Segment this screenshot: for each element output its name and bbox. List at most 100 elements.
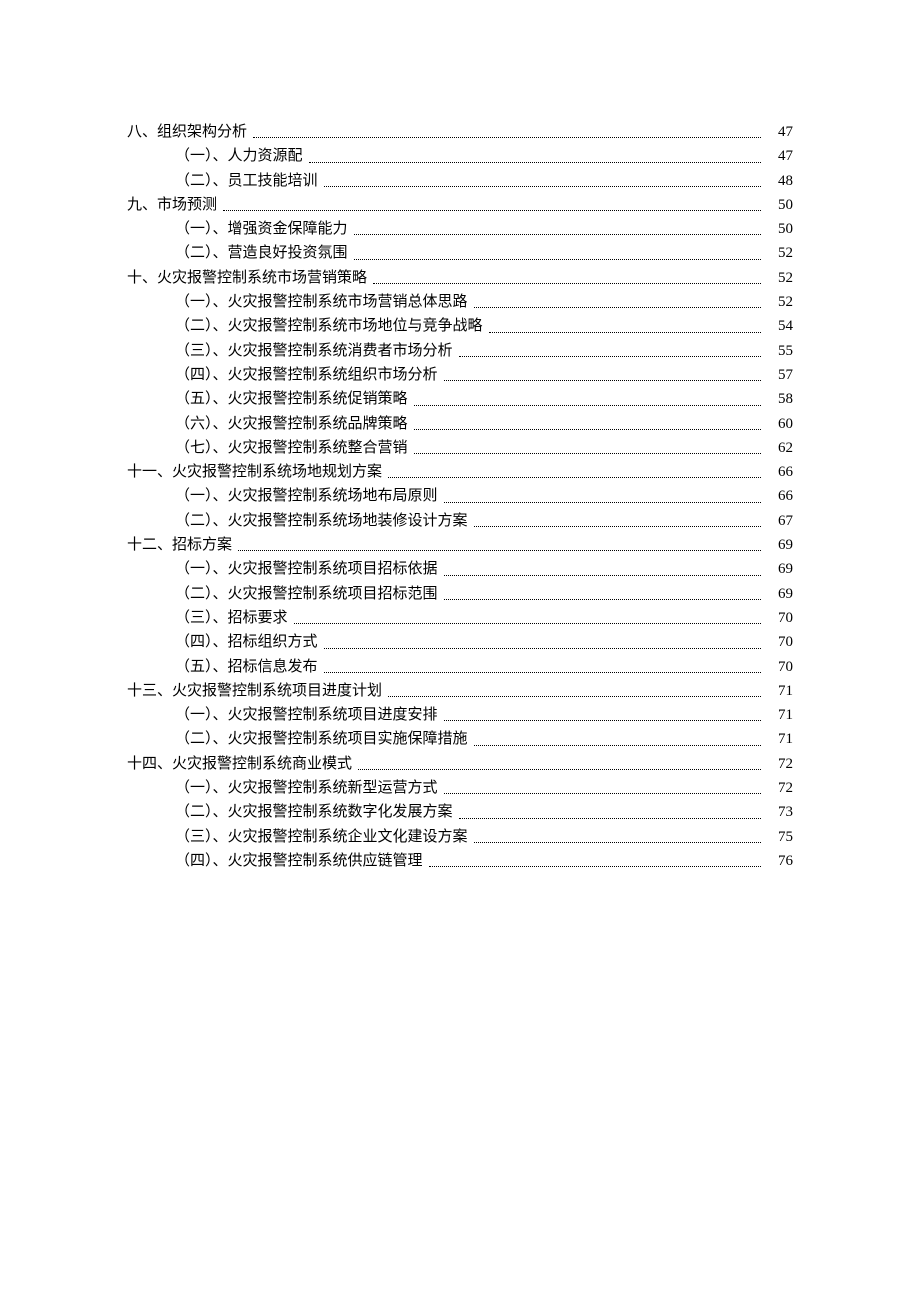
toc-entry-page: 66 bbox=[765, 460, 793, 484]
toc-section-13[interactable]: 十三、火灾报警控制系统项目进度计划 71 bbox=[127, 679, 793, 703]
toc-entry-title: （二）、火灾报警控制系统数字化发展方案 bbox=[175, 800, 453, 824]
toc-entry-title: （一）、火灾报警控制系统项目进度安排 bbox=[175, 703, 438, 727]
toc-entry-title: （四）、火灾报警控制系统供应链管理 bbox=[175, 849, 423, 873]
toc-leader-dots bbox=[373, 272, 761, 284]
toc-section-10-6[interactable]: （六）、火灾报警控制系统品牌策略60 bbox=[127, 412, 793, 436]
table-of-contents: 八、组织架构分析 47（一）、人力资源配47（二）、员工技能培训 48 九、市场预测 5… bbox=[127, 120, 793, 873]
toc-section-12-4[interactable]: （四）、招标组织方式 70 bbox=[127, 630, 793, 654]
toc-leader-dots bbox=[253, 126, 761, 138]
toc-leader-dots bbox=[324, 661, 761, 673]
toc-entry-title: 九、市场预测 bbox=[127, 193, 217, 217]
toc-leader-dots bbox=[459, 345, 761, 357]
toc-leader-dots bbox=[358, 758, 761, 770]
toc-leader-dots bbox=[414, 442, 761, 454]
toc-leader-dots bbox=[354, 248, 761, 260]
toc-entry-page: 70 bbox=[765, 606, 793, 630]
toc-entry-title: 十四、火灾报警控制系统商业模式 bbox=[127, 752, 352, 776]
toc-section-12-5[interactable]: （五）、招标信息发布70 bbox=[127, 655, 793, 679]
toc-entry-page: 69 bbox=[765, 582, 793, 606]
toc-entry-page: 62 bbox=[765, 436, 793, 460]
toc-entry-page: 71 bbox=[765, 703, 793, 727]
toc-entry-title: （三）、火灾报警控制系统企业文化建设方案 bbox=[175, 825, 468, 849]
toc-section-10-3[interactable]: （三）、火灾报警控制系统消费者市场分析 55 bbox=[127, 339, 793, 363]
toc-section-10-7[interactable]: （七）、火灾报警控制系统整合营销 62 bbox=[127, 436, 793, 460]
toc-leader-dots bbox=[324, 175, 761, 187]
toc-leader-dots bbox=[429, 855, 761, 867]
toc-leader-dots bbox=[489, 320, 761, 332]
toc-entry-page: 48 bbox=[765, 169, 793, 193]
toc-entry-title: （一）、火灾报警控制系统项目招标依据 bbox=[175, 557, 438, 581]
toc-leader-dots bbox=[459, 806, 761, 818]
toc-entry-title: （二）、员工技能培训 bbox=[175, 169, 318, 193]
toc-entry-page: 67 bbox=[765, 509, 793, 533]
toc-leader-dots bbox=[388, 466, 761, 478]
toc-section-10-2[interactable]: （二）、火灾报警控制系统市场地位与竞争战略 54 bbox=[127, 314, 793, 338]
toc-section-9[interactable]: 九、市场预测 50 bbox=[127, 193, 793, 217]
toc-entry-page: 71 bbox=[765, 679, 793, 703]
toc-entry-page: 55 bbox=[765, 339, 793, 363]
toc-section-14-3[interactable]: （三）、火灾报警控制系统企业文化建设方案75 bbox=[127, 825, 793, 849]
toc-entry-page: 72 bbox=[765, 752, 793, 776]
toc-leader-dots bbox=[324, 636, 761, 648]
toc-section-11-1[interactable]: （一）、火灾报警控制系统场地布局原则 66 bbox=[127, 484, 793, 508]
toc-section-14[interactable]: 十四、火灾报警控制系统商业模式 72 bbox=[127, 752, 793, 776]
toc-section-14-1[interactable]: （一）、火灾报警控制系统新型运营方式 72 bbox=[127, 776, 793, 800]
toc-entry-title: 十一、火灾报警控制系统场地规划方案 bbox=[127, 460, 382, 484]
toc-section-11[interactable]: 十一、火灾报警控制系统场地规划方案 66 bbox=[127, 460, 793, 484]
toc-section-14-2[interactable]: （二）、火灾报警控制系统数字化发展方案 73 bbox=[127, 800, 793, 824]
toc-leader-dots bbox=[444, 490, 761, 502]
toc-entry-page: 76 bbox=[765, 849, 793, 873]
toc-entry-title: （一）、火灾报警控制系统新型运营方式 bbox=[175, 776, 438, 800]
toc-section-12-3[interactable]: （三）、招标要求 70 bbox=[127, 606, 793, 630]
toc-entry-title: （一）、火灾报警控制系统场地布局原则 bbox=[175, 484, 438, 508]
toc-entry-title: （二）、火灾报警控制系统场地装修设计方案 bbox=[175, 509, 468, 533]
toc-entry-title: （二）、火灾报警控制系统项目实施保障措施 bbox=[175, 727, 468, 751]
toc-section-12[interactable]: 十二、招标方案69 bbox=[127, 533, 793, 557]
toc-entry-page: 47 bbox=[765, 120, 793, 144]
toc-section-14-4[interactable]: （四）、火灾报警控制系统供应链管理 76 bbox=[127, 849, 793, 873]
toc-section-8[interactable]: 八、组织架构分析 47 bbox=[127, 120, 793, 144]
toc-entry-title: 十二、招标方案 bbox=[127, 533, 232, 557]
toc-leader-dots bbox=[444, 563, 761, 575]
toc-entry-page: 60 bbox=[765, 412, 793, 436]
toc-entry-page: 72 bbox=[765, 776, 793, 800]
toc-leader-dots bbox=[414, 418, 761, 430]
toc-entry-page: 69 bbox=[765, 557, 793, 581]
toc-section-12-1[interactable]: （一）、火灾报警控制系统项目招标依据 69 bbox=[127, 557, 793, 581]
toc-entry-title: （七）、火灾报警控制系统整合营销 bbox=[175, 436, 408, 460]
toc-entry-title: （三）、火灾报警控制系统消费者市场分析 bbox=[175, 339, 453, 363]
toc-leader-dots bbox=[414, 393, 761, 405]
toc-entry-page: 70 bbox=[765, 630, 793, 654]
toc-entry-title: （三）、招标要求 bbox=[175, 606, 288, 630]
toc-leader-dots bbox=[474, 515, 761, 527]
toc-entry-title: （二）、营造良好投资氛围 bbox=[175, 241, 348, 265]
toc-entry-title: （一）、火灾报警控制系统市场营销总体思路 bbox=[175, 290, 468, 314]
toc-entry-page: 58 bbox=[765, 387, 793, 411]
toc-leader-dots bbox=[474, 296, 761, 308]
toc-section-9-2[interactable]: （二）、营造良好投资氛围52 bbox=[127, 241, 793, 265]
toc-section-11-2[interactable]: （二）、火灾报警控制系统场地装修设计方案 67 bbox=[127, 509, 793, 533]
toc-entry-page: 54 bbox=[765, 314, 793, 338]
toc-entry-page: 66 bbox=[765, 484, 793, 508]
toc-section-12-2[interactable]: （二）、火灾报警控制系统项目招标范围69 bbox=[127, 582, 793, 606]
toc-leader-dots bbox=[238, 539, 761, 551]
toc-section-8-1[interactable]: （一）、人力资源配47 bbox=[127, 144, 793, 168]
toc-entry-page: 50 bbox=[765, 193, 793, 217]
toc-section-10-5[interactable]: （五）、火灾报警控制系统促销策略58 bbox=[127, 387, 793, 411]
toc-section-10[interactable]: 十、火灾报警控制系统市场营销策略52 bbox=[127, 266, 793, 290]
toc-section-8-2[interactable]: （二）、员工技能培训 48 bbox=[127, 169, 793, 193]
toc-leader-dots bbox=[444, 369, 761, 381]
toc-entry-page: 73 bbox=[765, 800, 793, 824]
toc-entry-page: 57 bbox=[765, 363, 793, 387]
toc-entry-title: 十三、火灾报警控制系统项目进度计划 bbox=[127, 679, 382, 703]
toc-entry-title: （四）、招标组织方式 bbox=[175, 630, 318, 654]
toc-section-10-1[interactable]: （一）、火灾报警控制系统市场营销总体思路52 bbox=[127, 290, 793, 314]
toc-section-13-1[interactable]: （一）、火灾报警控制系统项目进度安排 71 bbox=[127, 703, 793, 727]
toc-entry-title: （二）、火灾报警控制系统市场地位与竞争战略 bbox=[175, 314, 483, 338]
toc-entry-title: （一）、人力资源配 bbox=[175, 144, 303, 168]
toc-entry-title: 八、组织架构分析 bbox=[127, 120, 247, 144]
toc-leader-dots bbox=[474, 831, 761, 843]
toc-section-10-4[interactable]: （四）、火灾报警控制系统组织市场分析57 bbox=[127, 363, 793, 387]
toc-section-9-1[interactable]: （一）、增强资金保障能力50 bbox=[127, 217, 793, 241]
toc-section-13-2[interactable]: （二）、火灾报警控制系统项目实施保障措施71 bbox=[127, 727, 793, 751]
